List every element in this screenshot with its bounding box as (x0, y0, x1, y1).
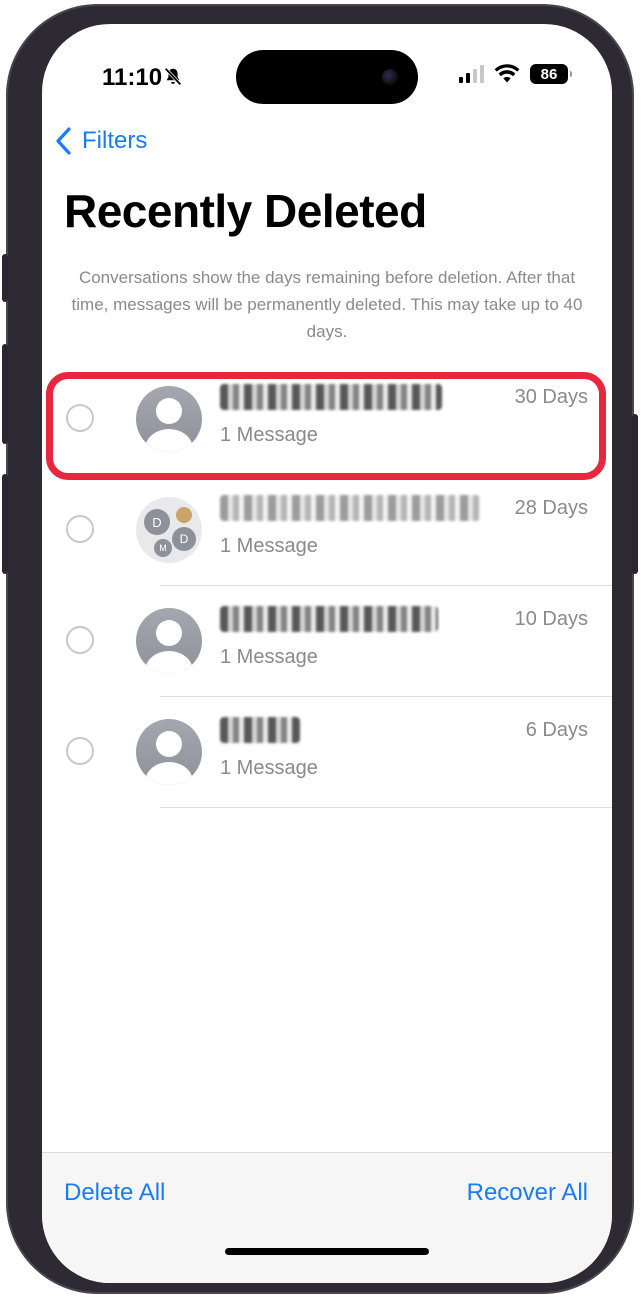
dynamic-island (236, 50, 418, 104)
message-count: 1 Message (220, 757, 318, 779)
phone-frame: 11:10 86 Filters Recently Deleted Conver… (2, 4, 638, 1294)
message-count: 1 Message (220, 535, 318, 557)
days-remaining: 28 Days (514, 497, 588, 519)
front-camera-icon (382, 69, 398, 85)
conversation-row[interactable]: 6 Days 1 Message (42, 697, 612, 808)
person-icon (136, 719, 202, 785)
phone-screen: 11:10 86 Filters Recently Deleted Conver… (42, 24, 612, 1283)
page-description: Conversations show the days remaining be… (71, 268, 583, 341)
cellular-signal-icon (459, 65, 484, 83)
battery-indicator: 86 (530, 64, 572, 84)
back-button-filters[interactable]: Filters (54, 126, 147, 156)
days-remaining: 10 Days (514, 608, 588, 630)
volume-down-button (2, 474, 8, 574)
status-time: 11:10 (102, 64, 163, 91)
group-member-photo-icon (176, 507, 192, 523)
select-radio[interactable] (66, 515, 94, 543)
silent-mode-bell-icon (164, 67, 182, 86)
select-radio[interactable] (66, 737, 94, 765)
volume-up-button (2, 344, 8, 444)
page-title: Recently Deleted (64, 185, 427, 237)
chevron-left-icon (56, 127, 71, 155)
highlight-annotation (46, 372, 606, 480)
redacted-contact-name (220, 606, 438, 632)
group-avatar-icon: D D M (136, 497, 202, 563)
home-indicator[interactable] (225, 1248, 429, 1255)
group-member-initial: D (144, 509, 170, 535)
conversation-row[interactable]: 10 Days 1 Message (42, 586, 612, 697)
back-button-label: Filters (82, 127, 148, 154)
person-icon (136, 608, 202, 674)
status-indicators: 86 (459, 64, 572, 84)
group-member-initial: M (154, 539, 172, 557)
delete-all-button[interactable]: Delete All (64, 1179, 165, 1207)
side-button (632, 414, 638, 574)
conversation-row[interactable]: D D M 28 Days 1 Message (42, 475, 612, 586)
select-radio[interactable] (66, 626, 94, 654)
days-remaining: 6 Days (525, 719, 588, 741)
action-button (2, 254, 8, 302)
wifi-icon (494, 64, 520, 83)
bottom-toolbar: Delete All Recover All (42, 1152, 612, 1283)
message-count: 1 Message (220, 646, 318, 668)
group-member-initial: D (172, 527, 196, 551)
recover-all-button[interactable]: Recover All (467, 1179, 588, 1207)
row-separator (160, 807, 612, 808)
redacted-contact-name (220, 717, 300, 743)
redacted-group-name (220, 495, 480, 521)
